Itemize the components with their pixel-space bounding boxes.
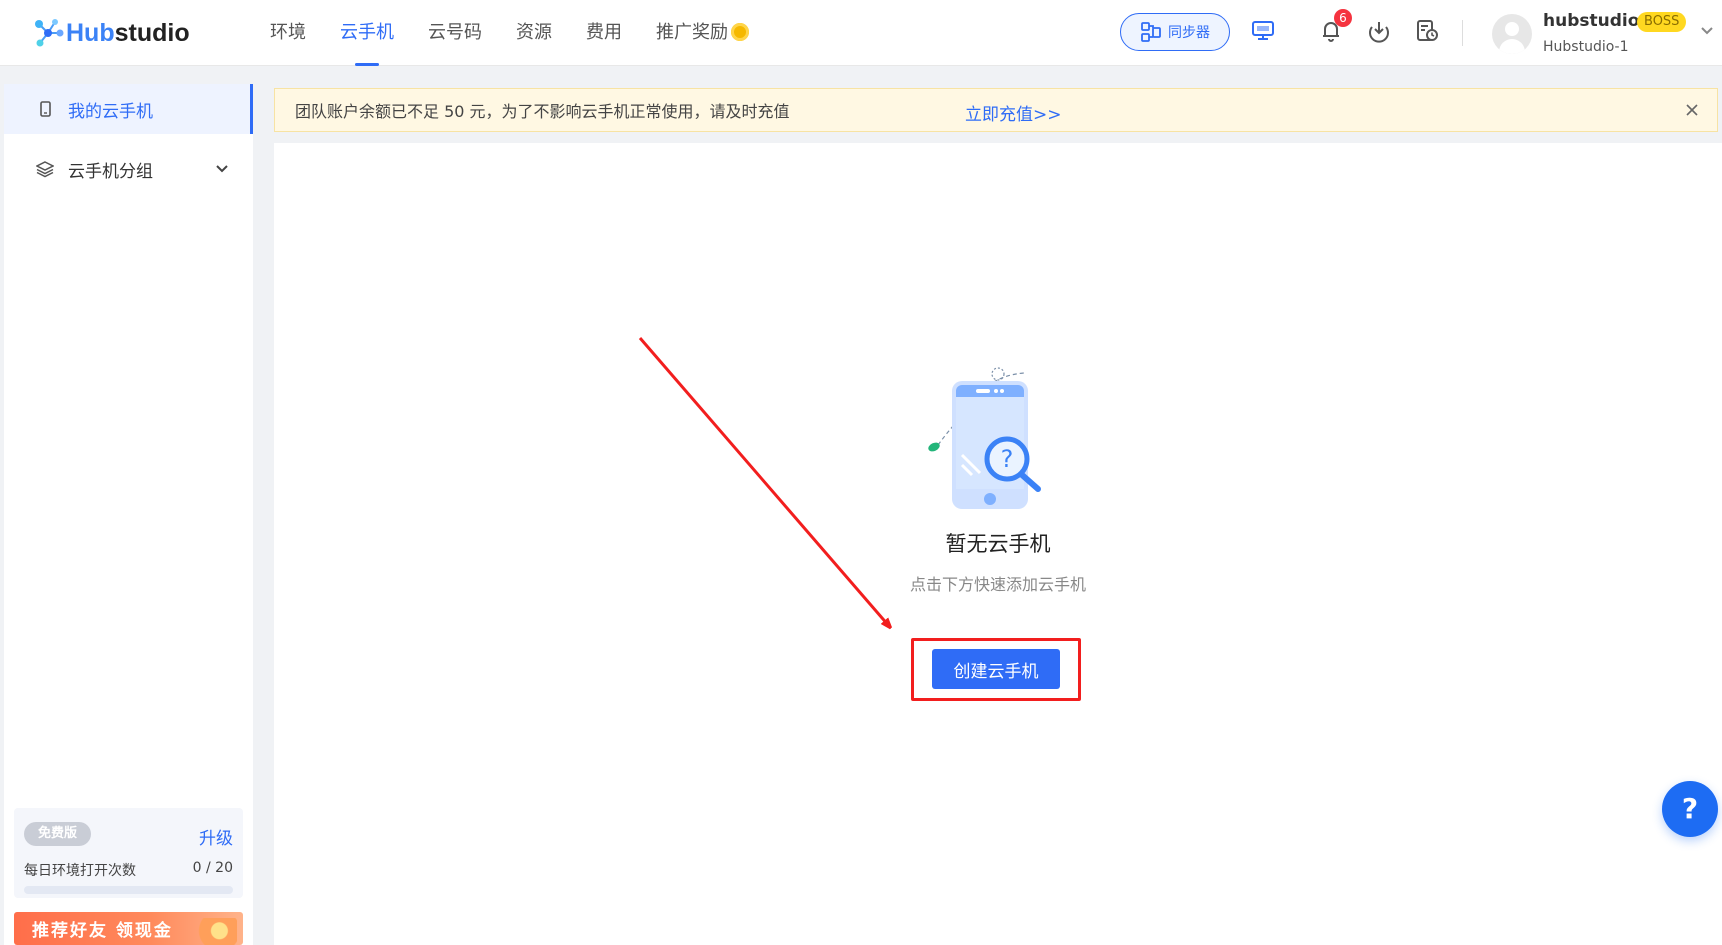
low-balance-notice: 团队账户余额已不足 50 元，为了不影响云手机正常使用，请及时充值 立即充值>> <box>274 88 1718 132</box>
main-nav: 环境 云手机 云号码 资源 费用 推广奖励 <box>270 0 783 66</box>
hubstudio-logo[interactable]: Hubstudio <box>30 16 190 50</box>
top-header: Hubstudio 环境 云手机 云号码 资源 费用 推广奖励 同步器 6 hu… <box>0 0 1722 66</box>
user-team-name: Hubstudio-1 <box>1543 39 1629 55</box>
chevron-down-icon[interactable] <box>215 162 229 176</box>
sidebar: 我的云手机 云手机分组 免费版 升级 每日环境打开次数 0 / 20 推荐好友 … <box>4 84 253 945</box>
sidebar-item-label: 我的云手机 <box>68 101 153 122</box>
user-name[interactable]: hubstudio <box>1543 11 1639 31</box>
nav-tab-cloud-phone[interactable]: 云手机 <box>340 0 394 66</box>
sidebar-item-cloud-phone-groups[interactable]: 云手机分组 <box>4 144 253 194</box>
empty-state-subtitle: 点击下方快速添加云手机 <box>909 575 1086 594</box>
create-cloud-phone-button[interactable]: 创建云手机 <box>932 649 1060 689</box>
close-icon[interactable] <box>1683 101 1701 119</box>
nav-tab-referral-rewards[interactable]: 推广奖励 <box>656 0 749 66</box>
avatar[interactable] <box>1492 14 1532 54</box>
coin-icon <box>731 22 749 41</box>
notice-text: 团队账户余额已不足 50 元，为了不影响云手机正常使用，请及时充值 <box>295 102 790 121</box>
header-divider <box>1462 20 1463 46</box>
nav-tab-billing[interactable]: 费用 <box>586 0 622 66</box>
nav-label: 云号码 <box>428 22 482 43</box>
plan-badge: 免费版 <box>24 822 92 846</box>
layers-icon <box>36 161 54 178</box>
quota-value: 0 / 20 <box>192 860 233 876</box>
plan-quota-panel: 免费版 升级 每日环境打开次数 0 / 20 <box>14 808 243 898</box>
main-content: ? 暂无云手机 点击下方快速添加云手机 创建云手机 <box>274 143 1722 945</box>
schedule-log-icon[interactable] <box>1412 16 1442 46</box>
nav-label: 资源 <box>516 22 552 43</box>
empty-state-title: 暂无云手机 <box>945 532 1051 556</box>
empty-phone-illustration-icon: ? <box>928 367 1041 509</box>
nav-label: 云手机 <box>340 22 394 43</box>
nav-label: 推广奖励 <box>656 22 728 43</box>
nav-label: 费用 <box>586 22 622 43</box>
svg-text:?: ? <box>1001 445 1014 473</box>
multi-screen-icon[interactable] <box>1248 16 1278 46</box>
sidebar-item-label: 云手机分组 <box>68 161 153 182</box>
nav-tab-cloud-number[interactable]: 云号码 <box>428 0 482 66</box>
synchronizer-label: 同步器 <box>1168 25 1210 41</box>
logo-text: Hubstudio <box>66 18 190 47</box>
logo-icon <box>35 19 64 47</box>
quota-label: 每日环境打开次数 <box>24 863 136 879</box>
role-badge: BOSS <box>1637 12 1687 32</box>
recharge-now-link[interactable]: 立即充值>> <box>965 100 1062 125</box>
quota-progress-bar <box>24 886 233 894</box>
nav-label: 环境 <box>270 22 306 43</box>
nav-tab-environment[interactable]: 环境 <box>270 0 306 66</box>
chevron-down-icon[interactable] <box>1700 26 1714 36</box>
notification-bell-icon[interactable]: 6 <box>1316 9 1352 46</box>
referral-banner[interactable]: 推荐好友 领现金 <box>14 912 243 945</box>
nav-tab-resources[interactable]: 资源 <box>516 0 552 66</box>
download-icon[interactable] <box>1364 16 1394 46</box>
help-button[interactable]: ? <box>1662 781 1718 837</box>
synchronizer-icon <box>1141 22 1161 42</box>
phone-icon <box>40 101 51 117</box>
notification-count-badge: 6 <box>1334 9 1352 27</box>
synchronizer-button[interactable]: 同步器 <box>1120 13 1230 51</box>
upgrade-link[interactable]: 升级 <box>199 824 233 849</box>
sidebar-item-my-cloud-phones[interactable]: 我的云手机 <box>4 84 253 134</box>
